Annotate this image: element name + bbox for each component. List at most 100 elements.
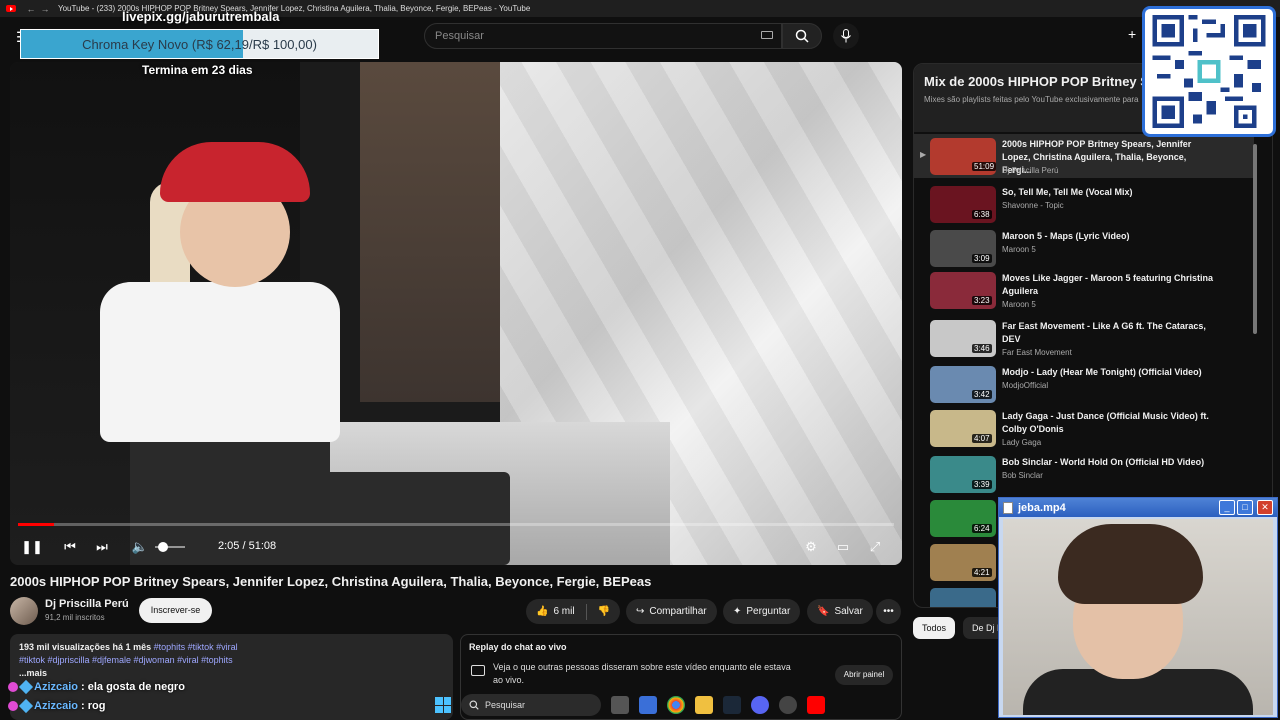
subscriber-count: 91,2 mil inscritos xyxy=(45,613,105,622)
playlist-item-title[interactable]: Modjo - Lady (Hear Me Tonight) (Official… xyxy=(1002,366,1217,379)
chrome-icon[interactable] xyxy=(667,696,685,714)
chip-all[interactable]: Todos xyxy=(913,617,956,639)
donation-goal-label: Chroma Key Novo (R$ 62,19/R$ 100,00) xyxy=(82,37,317,52)
webcam-titlebar[interactable]: jeba.mp4 xyxy=(999,498,1277,517)
time-display: 2:05 / 51:08 xyxy=(218,540,277,552)
chat-text: : ela gosta de negro xyxy=(81,681,185,693)
sparkle-icon: ✦ xyxy=(733,606,742,617)
playlist-item[interactable]: 4:07 Lady Gaga - Just Dance (Official Mus… xyxy=(914,406,1254,450)
playlist-item-thumbnail[interactable] xyxy=(930,588,996,607)
file-explorer-icon[interactable] xyxy=(695,696,713,714)
livepix-url-overlay: livepix.gg/jaburutrembala xyxy=(122,9,280,24)
webcam-window[interactable]: jeba.mp4 _ □ ✕ xyxy=(998,497,1278,718)
windows-start-icon[interactable] xyxy=(435,697,451,713)
chat-username: Azizcaio xyxy=(34,681,79,693)
chat-text: : rog xyxy=(81,700,106,712)
like-button[interactable]: 👍 6 mil xyxy=(536,606,575,617)
bookmark-icon: 🔖 xyxy=(817,606,830,617)
video-progress-bar[interactable] xyxy=(18,523,894,526)
discord-icon[interactable] xyxy=(751,696,769,714)
webcam-window-title: jeba.mp4 xyxy=(1018,501,1066,514)
thumbs-down-icon[interactable]: 👎 xyxy=(598,606,610,617)
description-hashtags[interactable]: #tiktok #djpriscilla #djfemale #djwoman … xyxy=(19,654,444,667)
windows-taskbar: Pesquisar xyxy=(435,692,855,718)
subscribe-button[interactable]: Inscrever-se xyxy=(139,598,212,623)
playlist-item-title[interactable]: Bob Sinclar - World Hold On (Official HD… xyxy=(1002,456,1217,469)
playlist-scrollbar[interactable] xyxy=(1253,144,1257,334)
stream-chat-message: Azizcaio : rog xyxy=(8,698,106,714)
text-editor-icon[interactable] xyxy=(639,696,657,714)
chat-username: Azizcaio xyxy=(34,700,79,712)
playlist-item[interactable]: 3:09 Maroon 5 - Maps (Lyric Video) Maroon … xyxy=(914,226,1254,270)
playlist-item[interactable]: ▶ 51:09 2000s HIPHOP POP Britney Spears, J… xyxy=(914,134,1254,178)
fullscreen-icon[interactable]: ⤢ xyxy=(866,535,884,559)
video-title: 2000s HIPHOP POP Britney Spears, Jennife… xyxy=(10,574,652,589)
search-button[interactable] xyxy=(782,23,822,49)
more-horizontal-icon: ••• xyxy=(883,606,894,617)
playlist-item-channel: Bob Sinclar xyxy=(1002,471,1043,480)
playlist-item-title[interactable]: Far East Movement - Like A G6 ft. The Ca… xyxy=(1002,320,1217,346)
playlist-item-channel: Shavonne - Topic xyxy=(1002,201,1064,210)
close-icon[interactable]: ✕ xyxy=(1257,500,1273,515)
ask-label: Perguntar xyxy=(746,606,791,617)
now-playing-icon: ▶ xyxy=(920,150,927,159)
forward-arrow-icon[interactable]: → xyxy=(38,4,52,14)
steam-icon[interactable] xyxy=(723,696,741,714)
chat-badge-icon xyxy=(8,701,18,711)
previous-icon[interactable]: ⏮ xyxy=(62,535,78,559)
youtube-app-icon[interactable] xyxy=(807,696,825,714)
playlist-item-channel: Maroon 5 xyxy=(1002,245,1036,254)
playlist-item-title[interactable]: Moves Like Jagger - Maroon 5 featuring C… xyxy=(1002,272,1217,298)
voice-search-button[interactable] xyxy=(833,23,859,49)
save-label: Salvar xyxy=(834,606,863,617)
playlist-item-duration: 6:24 xyxy=(972,524,992,533)
playlist-item-channel: Far East Movement xyxy=(1002,348,1072,357)
ask-button[interactable]: ✦ Perguntar xyxy=(723,599,801,624)
open-chat-panel-button[interactable]: Abrir painel xyxy=(835,665,893,685)
playlist-item-duration: 3:09 xyxy=(972,254,992,263)
create-icon[interactable]: + xyxy=(1128,26,1136,42)
taskbar-search[interactable]: Pesquisar xyxy=(461,694,601,716)
next-icon[interactable]: ⏭ xyxy=(94,535,110,559)
playlist-item[interactable]: 3:23 Moves Like Jagger - Maroon 5 featuri… xyxy=(914,268,1254,312)
channel-avatar[interactable] xyxy=(10,597,38,625)
playlist-item[interactable]: 6:38 So, Tell Me, Tell Me (Vocal Mix) Shav… xyxy=(914,182,1254,226)
theater-mode-icon[interactable]: ▭ xyxy=(834,535,852,559)
playlist-item-duration: 4:07 xyxy=(972,434,992,443)
keyboard-icon[interactable] xyxy=(761,31,773,39)
maximize-icon[interactable]: □ xyxy=(1237,500,1253,515)
share-button[interactable]: ↪ Compartilhar xyxy=(626,599,717,624)
playlist-item-channel: ModjoOfficial xyxy=(1002,381,1049,390)
playlist-item-title[interactable]: Lady Gaga - Just Dance (Official Music V… xyxy=(1002,410,1217,436)
settings-gear-icon[interactable]: ⚙ xyxy=(802,535,820,559)
playlist-item-title[interactable]: Maroon 5 - Maps (Lyric Video) xyxy=(1002,230,1217,243)
more-actions-button[interactable]: ••• xyxy=(876,599,901,624)
like-count: 6 mil xyxy=(553,606,575,617)
minimize-icon[interactable]: _ xyxy=(1219,500,1235,515)
playlist-item[interactable]: 3:39 Bob Sinclar - World Hold On (Officia… xyxy=(914,452,1254,496)
donation-goal-bar: Chroma Key Novo (R$ 62,19/R$ 100,00) xyxy=(20,29,379,59)
playlist-item-channel: Lady Gaga xyxy=(1002,438,1042,447)
volume-knob[interactable] xyxy=(158,542,168,552)
save-button[interactable]: 🔖 Salvar xyxy=(807,599,873,624)
view-stats: 193 mil visualizações há 1 mês xyxy=(19,642,152,652)
task-view-icon[interactable] xyxy=(611,696,629,714)
playlist-item[interactable]: 3:46 Far East Movement - Like A G6 ft. Th… xyxy=(914,316,1254,360)
taskbar-search-label: Pesquisar xyxy=(485,700,526,710)
playlist-item-title[interactable]: So, Tell Me, Tell Me (Vocal Mix) xyxy=(1002,186,1217,199)
description-more-link[interactable]: ...mais xyxy=(19,667,444,680)
search-input[interactable]: Pesquisar xyxy=(424,23,782,49)
playlist-item[interactable]: 3:42 Modjo - Lady (Hear Me Tonight) (Offi… xyxy=(914,362,1254,406)
channel-name[interactable]: Dj Priscilla Perú xyxy=(45,598,129,610)
pause-icon[interactable]: ❚❚ xyxy=(21,535,43,559)
video-player[interactable]: ❚❚ ⏮ ⏭ 🔈 2:05 / 51:08 ⚙ ▭ ⤢ xyxy=(10,62,902,565)
playlist-item-channel: Maroon 5 xyxy=(1002,300,1036,309)
obs-icon[interactable] xyxy=(779,696,797,714)
back-arrow-icon[interactable]: ← xyxy=(24,4,38,14)
search-icon xyxy=(469,700,479,710)
stats-hashtags[interactable]: #tophits #tiktok #viral xyxy=(154,642,238,652)
volume-icon[interactable]: 🔈 xyxy=(132,535,148,559)
video-scene-dj-person xyxy=(40,142,360,565)
playlist-item-duration: 3:42 xyxy=(972,390,992,399)
chat-badge-icon xyxy=(18,698,34,714)
